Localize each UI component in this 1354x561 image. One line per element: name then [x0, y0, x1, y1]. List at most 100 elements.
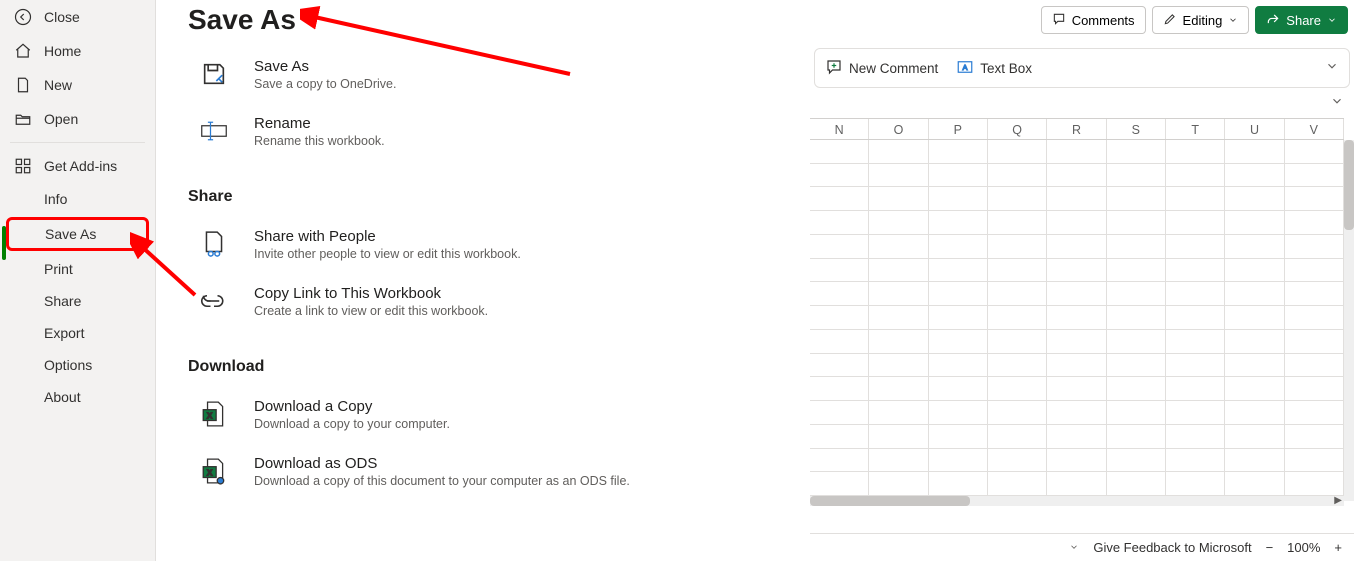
option-share-people[interactable]: Share with People Invite other people to…: [188, 220, 800, 277]
grid-cell[interactable]: [988, 449, 1047, 472]
grid-cell[interactable]: [869, 187, 928, 210]
grid-cell[interactable]: [1047, 306, 1106, 329]
grid-cell[interactable]: [1166, 425, 1225, 448]
editing-mode-button[interactable]: Editing: [1152, 6, 1250, 34]
sidebar-export[interactable]: Export: [0, 317, 155, 349]
grid-cell[interactable]: [929, 259, 988, 282]
grid-cell[interactable]: [1225, 187, 1284, 210]
grid-cell[interactable]: [1285, 140, 1344, 163]
grid-cell[interactable]: [869, 472, 928, 495]
sidebar-info[interactable]: Info: [0, 183, 155, 215]
sidebar-about[interactable]: About: [0, 381, 155, 413]
spreadsheet-grid[interactable]: [810, 140, 1344, 496]
grid-cell[interactable]: [810, 164, 869, 187]
grid-cell[interactable]: [1107, 187, 1166, 210]
text-box-command[interactable]: A Text Box: [956, 58, 1032, 79]
grid-cell[interactable]: [1225, 330, 1284, 353]
grid-cell[interactable]: [1107, 164, 1166, 187]
grid-cell[interactable]: [1285, 425, 1344, 448]
grid-cell[interactable]: [1285, 211, 1344, 234]
grid-cell[interactable]: [869, 259, 928, 282]
grid-cell[interactable]: [1285, 164, 1344, 187]
option-download-ods[interactable]: X Download as ODS Download a copy of thi…: [188, 447, 800, 504]
grid-cell[interactable]: [810, 449, 869, 472]
sidebar-share[interactable]: Share: [0, 285, 155, 317]
grid-cell[interactable]: [810, 425, 869, 448]
sidebar-options[interactable]: Options: [0, 349, 155, 381]
feedback-link[interactable]: Give Feedback to Microsoft: [1093, 540, 1251, 555]
sidebar-saveas[interactable]: Save As: [6, 217, 149, 251]
grid-cell[interactable]: [810, 472, 869, 495]
grid-cell[interactable]: [1285, 449, 1344, 472]
sidebar-new[interactable]: New: [0, 68, 155, 102]
grid-cell[interactable]: [988, 187, 1047, 210]
grid-cell[interactable]: [1107, 235, 1166, 258]
grid-cell[interactable]: [988, 425, 1047, 448]
grid-cell[interactable]: [988, 306, 1047, 329]
sidebar-close[interactable]: Close: [0, 0, 155, 34]
sidebar-home[interactable]: Home: [0, 34, 155, 68]
grid-cell[interactable]: [1285, 235, 1344, 258]
option-rename[interactable]: Rename Rename this workbook.: [188, 107, 800, 164]
col-header[interactable]: N: [810, 119, 869, 139]
grid-cell[interactable]: [869, 425, 928, 448]
grid-cell[interactable]: [1225, 377, 1284, 400]
grid-cell[interactable]: [929, 140, 988, 163]
grid-cell[interactable]: [1107, 377, 1166, 400]
grid-cell[interactable]: [1166, 235, 1225, 258]
grid-cell[interactable]: [929, 425, 988, 448]
grid-cell[interactable]: [1225, 282, 1284, 305]
grid-cell[interactable]: [1107, 449, 1166, 472]
grid-cell[interactable]: [1107, 140, 1166, 163]
grid-cell[interactable]: [929, 401, 988, 424]
grid-cell[interactable]: [929, 282, 988, 305]
grid-cell[interactable]: [1047, 211, 1106, 234]
grid-cell[interactable]: [1225, 140, 1284, 163]
grid-cell[interactable]: [1166, 330, 1225, 353]
grid-cell[interactable]: [929, 211, 988, 234]
grid-cell[interactable]: [988, 211, 1047, 234]
grid-cell[interactable]: [1047, 164, 1106, 187]
col-header[interactable]: O: [869, 119, 928, 139]
grid-cell[interactable]: [1047, 472, 1106, 495]
grid-cell[interactable]: [929, 449, 988, 472]
grid-cell[interactable]: [929, 164, 988, 187]
option-copy-link[interactable]: Copy Link to This Workbook Create a link…: [188, 277, 800, 334]
sidebar-addins[interactable]: Get Add-ins: [0, 149, 155, 183]
grid-cell[interactable]: [1107, 282, 1166, 305]
zoom-in-button[interactable]: +: [1334, 540, 1342, 555]
grid-cell[interactable]: [988, 164, 1047, 187]
grid-cell[interactable]: [929, 377, 988, 400]
grid-cell[interactable]: [1166, 164, 1225, 187]
sidebar-open[interactable]: Open: [0, 102, 155, 136]
grid-cell[interactable]: [869, 354, 928, 377]
grid-cell[interactable]: [988, 401, 1047, 424]
status-dropdown-icon[interactable]: [1069, 540, 1079, 555]
grid-cell[interactable]: [1225, 354, 1284, 377]
expand-ribbon-chevron[interactable]: [1330, 94, 1344, 113]
grid-cell[interactable]: [988, 472, 1047, 495]
grid-cell[interactable]: [1166, 449, 1225, 472]
grid-cell[interactable]: [1047, 425, 1106, 448]
grid-cell[interactable]: [869, 449, 928, 472]
grid-cell[interactable]: [1047, 330, 1106, 353]
grid-cell[interactable]: [1225, 259, 1284, 282]
grid-cell[interactable]: [1225, 211, 1284, 234]
grid-cell[interactable]: [1107, 401, 1166, 424]
grid-cell[interactable]: [810, 401, 869, 424]
share-button[interactable]: Share: [1255, 6, 1348, 34]
grid-cell[interactable]: [1047, 377, 1106, 400]
grid-cell[interactable]: [810, 235, 869, 258]
grid-cell[interactable]: [810, 306, 869, 329]
grid-cell[interactable]: [1047, 235, 1106, 258]
grid-cell[interactable]: [1225, 449, 1284, 472]
grid-cell[interactable]: [869, 235, 928, 258]
grid-cell[interactable]: [988, 140, 1047, 163]
grid-cell[interactable]: [1047, 140, 1106, 163]
grid-cell[interactable]: [1225, 401, 1284, 424]
grid-cell[interactable]: [1047, 259, 1106, 282]
grid-cell[interactable]: [810, 211, 869, 234]
grid-cell[interactable]: [1166, 259, 1225, 282]
grid-cell[interactable]: [869, 401, 928, 424]
grid-cell[interactable]: [1285, 306, 1344, 329]
